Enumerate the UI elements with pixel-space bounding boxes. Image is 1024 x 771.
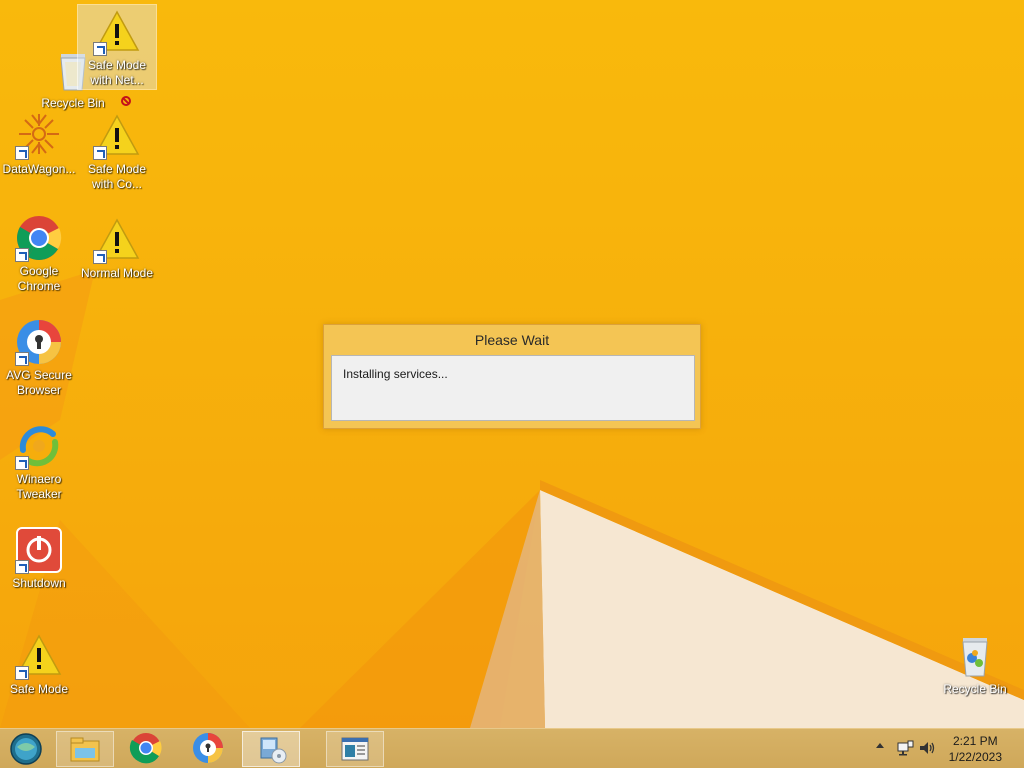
recycle-bin-icon — [951, 632, 999, 680]
desktop-icon-normal-mode[interactable]: Normal Mode — [78, 216, 156, 281]
icon-label: AVG Secure Browser — [6, 368, 72, 397]
taskbar-chrome[interactable] — [118, 731, 176, 767]
chrome-icon — [15, 214, 63, 262]
warning-icon — [93, 216, 141, 264]
taskbar-file-explorer[interactable] — [56, 731, 114, 767]
desktop: Recycle Bin Safe Mode with Net... DataWa… — [0, 0, 1024, 728]
shortcut-arrow-icon — [15, 456, 29, 470]
dialog-message: Installing services... — [343, 367, 448, 381]
avg-secure-browser-icon — [15, 318, 63, 366]
show-hidden-icons-chevron[interactable] — [876, 743, 884, 748]
taskbar-avg-secure-browser[interactable] — [180, 731, 238, 767]
desktop-icon-winaero-tweaker[interactable]: Winaero Tweaker — [0, 422, 78, 502]
icon-label: Safe Mode with Net... — [87, 58, 147, 87]
desktop-icon-recycle-bin-2[interactable]: Recycle Bin — [936, 632, 1014, 697]
avg-secure-browser-icon — [193, 733, 223, 763]
warning-icon — [93, 112, 141, 160]
please-wait-dialog: Please Wait Installing services... — [323, 324, 701, 429]
icon-label: DataWagon... — [2, 162, 76, 176]
desktop-icon-avg-secure-browser[interactable]: AVG Secure Browser — [0, 318, 78, 398]
clock[interactable]: 2:21 PM 1/22/2023 — [949, 733, 1002, 765]
volume-icon[interactable] — [918, 739, 936, 757]
shortcut-arrow-icon — [15, 248, 29, 262]
desktop-icon-safe-mode[interactable]: Safe Mode — [0, 632, 78, 697]
window-app-icon — [341, 737, 369, 761]
shortcut-arrow-icon — [93, 42, 107, 56]
network-icon[interactable] — [896, 739, 914, 757]
taskbar-window-app[interactable] — [326, 731, 384, 767]
desktop-icon-google-chrome[interactable]: Google Chrome — [0, 214, 78, 294]
icon-label: Normal Mode — [80, 266, 154, 280]
warning-icon — [93, 8, 141, 56]
dialog-title: Please Wait — [474, 332, 550, 348]
icon-label: Safe Mode — [9, 682, 69, 696]
taskbar: 2:21 PM 1/22/2023 — [0, 728, 1024, 768]
file-explorer-icon — [70, 737, 100, 762]
winaero-tweaker-icon — [15, 422, 63, 470]
power-icon — [15, 526, 63, 574]
computer-setup-icon — [260, 737, 287, 764]
dialog-body: Installing services... — [331, 355, 695, 421]
shortcut-arrow-icon — [93, 146, 107, 160]
taskbar-setup-program[interactable] — [242, 731, 300, 767]
clock-time: 2:21 PM — [952, 734, 998, 748]
desktop-icon-shutdown[interactable]: Shutdown — [0, 526, 78, 591]
shortcut-arrow-icon — [15, 666, 29, 680]
start-button[interactable] — [0, 731, 52, 767]
icon-label: Google Chrome — [17, 264, 61, 293]
start-orb-icon — [10, 733, 42, 765]
icon-label: Recycle Bin — [943, 682, 1007, 696]
shortcut-arrow-icon — [93, 250, 107, 264]
datawagon-icon — [15, 112, 63, 160]
clock-date: 1/22/2023 — [948, 750, 1002, 764]
chrome-icon — [129, 733, 162, 764]
icon-label: Shutdown — [12, 576, 66, 590]
icon-label: Recycle Bin — [41, 96, 105, 110]
desktop-icon-safe-mode-command-prompt[interactable]: Safe Mode with Co... — [78, 112, 156, 192]
icon-label: Winaero Tweaker — [16, 472, 62, 501]
shortcut-arrow-icon — [15, 352, 29, 366]
shortcut-arrow-icon — [15, 146, 29, 160]
shortcut-arrow-icon — [15, 560, 29, 574]
icon-label: Safe Mode with Co... — [87, 162, 147, 191]
warning-icon — [15, 632, 63, 680]
system-tray — [872, 729, 935, 769]
desktop-icon-safe-mode-networking[interactable]: Safe Mode with Net... — [77, 4, 157, 90]
desktop-icon-datawagon[interactable]: DataWagon... — [0, 112, 78, 177]
no-drop-cursor-icon — [121, 96, 131, 106]
